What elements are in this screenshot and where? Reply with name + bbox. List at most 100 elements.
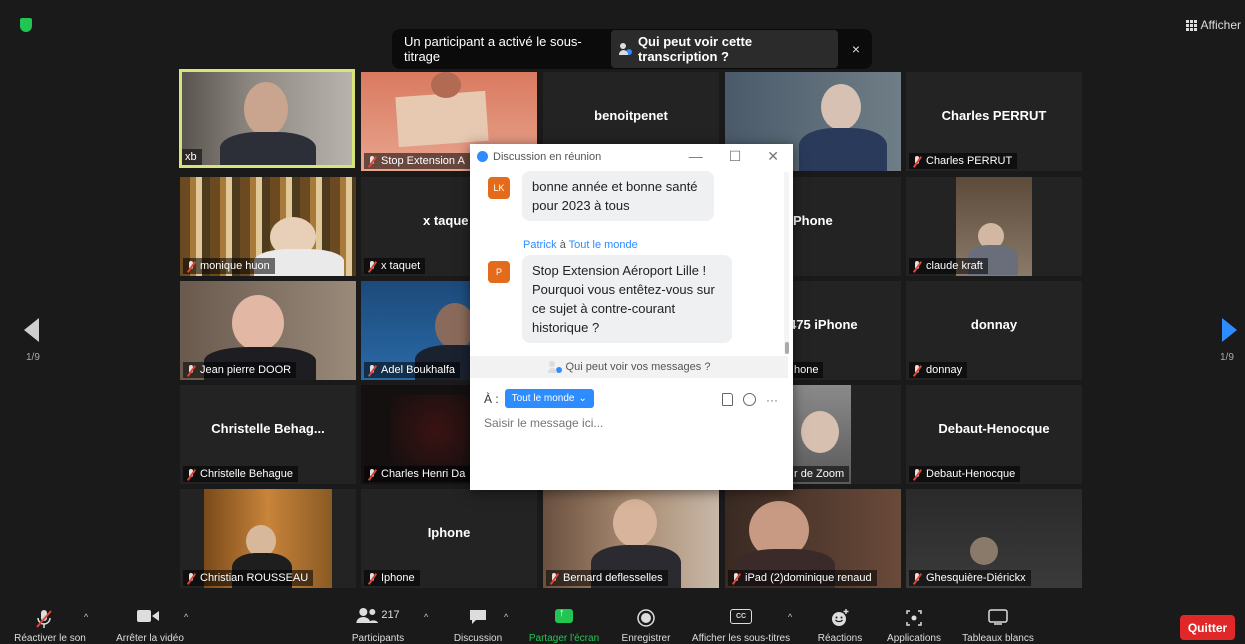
- minimize-icon[interactable]: —: [689, 148, 703, 165]
- chat-button[interactable]: Discussion: [446, 600, 510, 644]
- muted-mic-icon: [367, 155, 377, 167]
- video-camera-icon: [137, 609, 159, 626]
- participant-name-label: Christelle Behague: [183, 466, 298, 482]
- video-tile[interactable]: donnay donnay: [906, 281, 1082, 380]
- chat-message: P: [488, 261, 510, 283]
- participant-name-label: Bernard deflesselles: [546, 570, 668, 586]
- participant-name-label: donnay: [909, 362, 968, 378]
- meeting-toolbar: Réactiver le son ^ Arrêter la vidéo ^ 21…: [0, 600, 1245, 644]
- participant-name: Debaut-Henocque: [938, 421, 1050, 436]
- security-shield-icon[interactable]: [20, 18, 32, 32]
- muted-mic-icon: [186, 364, 196, 376]
- who-can-see-transcript-button[interactable]: Qui peut voir cette transcription ?: [611, 30, 838, 68]
- apps-icon: [905, 609, 923, 630]
- participant-name: Charles PERRUT: [941, 108, 1047, 123]
- muted-mic-icon: [731, 572, 741, 584]
- grid-view-icon: [1185, 19, 1197, 31]
- muted-mic-icon: [367, 260, 377, 272]
- participant-name-label: x taquet: [364, 258, 426, 274]
- close-icon[interactable]: ✕: [767, 148, 779, 165]
- chat-caret-icon[interactable]: ^: [504, 612, 508, 622]
- chat-scrollbar[interactable]: [784, 172, 789, 354]
- video-tile[interactable]: Charles PERRUT Charles PERRUT: [906, 72, 1082, 171]
- video-tile[interactable]: Jean pierre DOOR: [180, 281, 356, 380]
- file-icon[interactable]: [722, 393, 733, 406]
- record-button[interactable]: Enregistrer: [612, 600, 680, 644]
- participant-name-label: iPad (2)dominique renaud: [728, 570, 877, 586]
- video-tile[interactable]: Iphone Iphone: [361, 489, 537, 588]
- video-tile[interactable]: monique huon: [180, 177, 356, 276]
- stop-video-button[interactable]: Arrêter la vidéo: [110, 600, 190, 644]
- share-screen-icon: [555, 607, 573, 623]
- whiteboard-icon: [988, 609, 1008, 628]
- participant-name-label: Ghesquière-Diérickx: [909, 570, 1031, 586]
- video-tile[interactable]: iPad (2)dominique renaud: [725, 489, 901, 588]
- participants-button[interactable]: 217 Participants: [340, 600, 416, 644]
- top-bar: Afficher Un participant a activé le sous…: [0, 0, 1245, 70]
- people-icon: [547, 361, 562, 373]
- recipient-dropdown[interactable]: Tout le monde ⌄: [504, 389, 594, 408]
- participant-name-label: Jean pierre DOOR: [183, 362, 297, 378]
- video-tile[interactable]: Christelle Behag... Christelle Behague: [180, 385, 356, 484]
- participant-name-label: r de Zoom: [791, 466, 850, 482]
- participant-name-label: monique huon: [183, 258, 275, 274]
- chat-tools: ···: [722, 393, 778, 407]
- video-tile[interactable]: claude kraft: [906, 177, 1082, 276]
- muted-microphone-icon: [36, 609, 52, 632]
- meeting-chat-panel: Discussion en réunion — ☐ ✕ LK bonne ann…: [470, 144, 793, 490]
- to-label: À :: [484, 391, 499, 406]
- muted-mic-icon: [912, 468, 922, 480]
- participant-name-label: claude kraft: [909, 258, 988, 274]
- reactions-button[interactable]: Réactions: [810, 600, 870, 644]
- avatar: LK: [488, 177, 510, 199]
- participant-name-label: Adel Boukhalfa: [364, 362, 460, 378]
- more-options-icon[interactable]: ···: [766, 393, 778, 407]
- previous-page-arrow-icon[interactable]: [24, 318, 39, 342]
- participants-caret-icon[interactable]: ^: [424, 612, 428, 622]
- captions-caret-icon[interactable]: ^: [788, 612, 792, 622]
- video-tile[interactable]: Debaut-Henocque Debaut-Henocque: [906, 385, 1082, 484]
- muted-mic-icon: [912, 155, 922, 167]
- muted-mic-icon: [912, 364, 922, 376]
- who-can-see-messages-link[interactable]: Qui peut voir vos messages ?: [470, 356, 788, 378]
- message-sender: Patrick à Tout le monde: [523, 239, 638, 251]
- video-tile[interactable]: Christian ROUSSEAU: [180, 489, 356, 588]
- video-options-caret-icon[interactable]: ^: [184, 612, 188, 622]
- view-button[interactable]: Afficher: [1185, 18, 1241, 32]
- participant-name: benoitpenet: [594, 108, 668, 123]
- participant-name-label: Christian ROUSSEAU: [183, 570, 314, 586]
- participant-name: 475 iPhone: [789, 317, 858, 332]
- who-can-see-label: Qui peut voir cette transcription ?: [637, 34, 753, 64]
- quit-button[interactable]: Quitter: [1180, 615, 1235, 640]
- video-tile[interactable]: Bernard deflesselles: [543, 489, 719, 588]
- caption-text: Un participant a activé le sous-titrage: [404, 34, 582, 64]
- participant-name-label: Charles Henri Da: [364, 466, 471, 482]
- chat-scrollbar-thumb[interactable]: [785, 342, 789, 354]
- audio-options-caret-icon[interactable]: ^: [84, 612, 88, 622]
- muted-mic-icon: [186, 260, 196, 272]
- recipient-row: À : Tout le monde ⌄: [484, 389, 594, 408]
- chat-messages: LK bonne année et bonne santé pour 2023 …: [470, 169, 788, 355]
- show-captions-button[interactable]: CC Afficher les sous-titres: [686, 600, 796, 644]
- message-input[interactable]: [484, 416, 774, 430]
- emoji-icon[interactable]: [743, 393, 756, 406]
- video-feed: [182, 72, 352, 165]
- chat-titlebar: Discussion en réunion — ☐ ✕: [470, 144, 793, 169]
- next-page-arrow-icon[interactable]: [1222, 318, 1237, 342]
- participant-name: donnay: [970, 317, 1018, 332]
- unmute-button[interactable]: Réactiver le son: [10, 600, 90, 644]
- record-icon: [637, 609, 655, 630]
- video-tile[interactable]: Ghesquière-Diérickx: [906, 489, 1082, 588]
- share-screen-button[interactable]: Partager l'écran: [522, 600, 606, 644]
- chat-title: Discussion en réunion: [493, 150, 602, 163]
- video-tile[interactable]: xb: [179, 69, 355, 168]
- participant-name-label: hone: [791, 362, 824, 378]
- whiteboards-button[interactable]: Tableaux blancs: [956, 600, 1040, 644]
- close-banner-icon[interactable]: ×: [852, 41, 860, 57]
- apps-button[interactable]: Applications: [878, 600, 950, 644]
- participant-name-label: xb: [182, 149, 202, 165]
- zoom-logo-icon: [477, 151, 488, 162]
- avatar: P: [488, 261, 510, 283]
- maximize-icon[interactable]: ☐: [729, 148, 742, 165]
- message-bubble: bonne année et bonne santé pour 2023 à t…: [522, 171, 714, 221]
